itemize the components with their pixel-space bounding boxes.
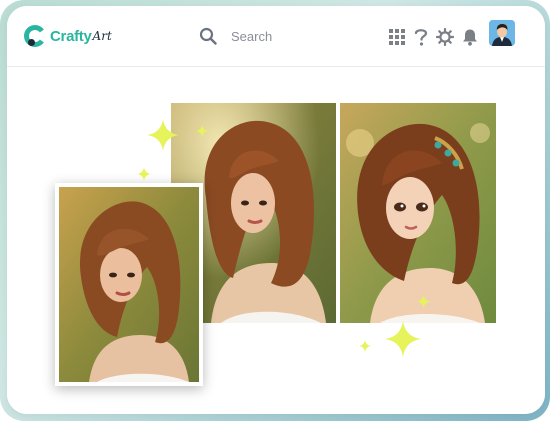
apps-grid-icon[interactable] [386, 26, 408, 48]
anime-style-portrait [340, 103, 496, 323]
user-avatar[interactable] [489, 20, 515, 46]
sparkle-large-icon [385, 321, 421, 357]
original-portrait-photo [55, 183, 203, 386]
help-icon[interactable] [410, 26, 432, 48]
top-bar: Crafty Art Search [7, 6, 545, 67]
sparkle-small-icon [359, 340, 371, 352]
search-placeholder[interactable]: Search [231, 29, 272, 44]
search-box[interactable]: Search [199, 24, 272, 48]
sparkle-large-icon [147, 119, 179, 151]
settings-icon[interactable] [434, 26, 456, 48]
brand-name: Crafty [50, 27, 92, 45]
app-logo[interactable]: Crafty Art [23, 23, 112, 49]
notification-bell-icon[interactable] [459, 26, 481, 48]
search-icon[interactable] [199, 27, 217, 45]
app-window: Crafty Art Search [7, 6, 545, 414]
sparkle-small-icon [196, 125, 208, 137]
sparkle-small-icon [137, 167, 151, 181]
logo-mark-icon [24, 25, 46, 47]
showcase-canvas [7, 67, 545, 414]
brand-suffix: Art [92, 29, 112, 43]
sparkle-small-icon [417, 295, 430, 308]
